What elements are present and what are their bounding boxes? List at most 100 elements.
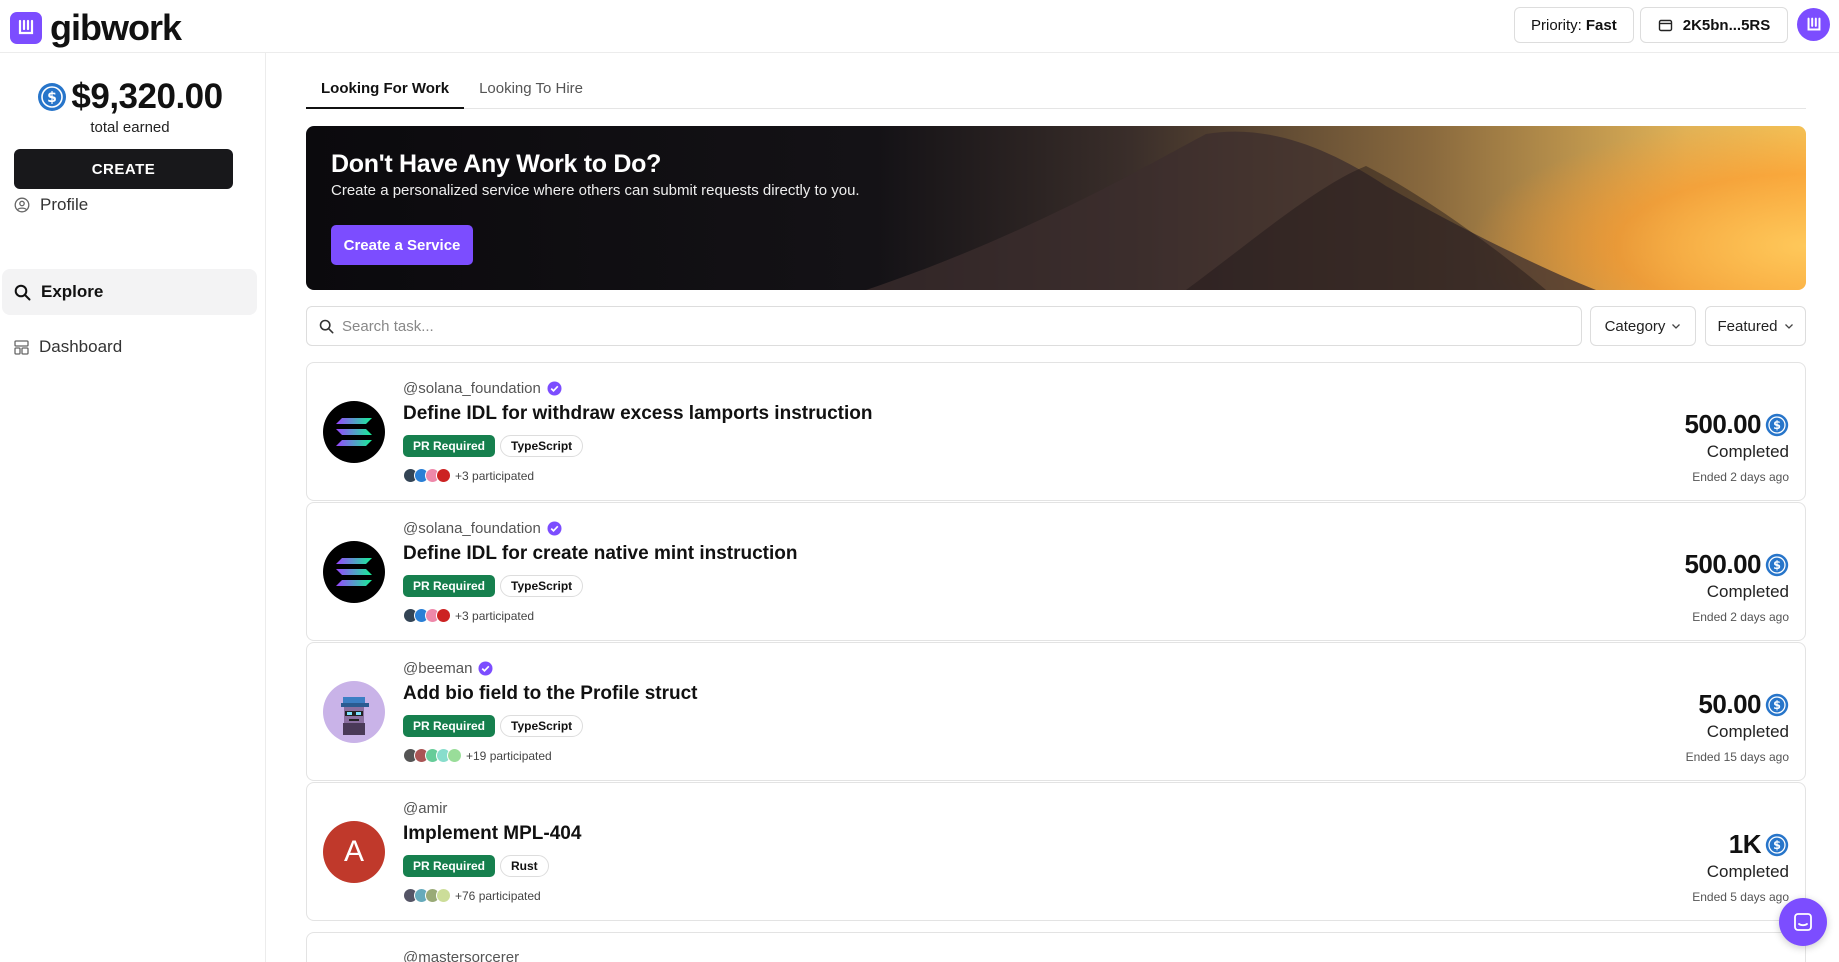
task-status: Completed xyxy=(1706,442,1789,461)
reward-amount: 1K xyxy=(1728,829,1762,859)
banner-subtitle: Create a personalized service where othe… xyxy=(331,182,860,199)
search-bar[interactable] xyxy=(306,306,1582,346)
chevron-down-icon xyxy=(1672,324,1681,329)
participants: +76 participated xyxy=(403,888,541,903)
logo[interactable]: gibwork xyxy=(10,7,182,48)
priority-value: Fast xyxy=(1585,16,1617,34)
chat-button[interactable] xyxy=(1779,898,1827,946)
solana-logo-icon xyxy=(323,401,385,463)
search-icon xyxy=(14,284,31,300)
chevron-down-icon xyxy=(1784,324,1793,329)
sidebar: $ $9,320.00 total earned CREATE Profile … xyxy=(0,53,266,962)
reward-amount: 500.00 xyxy=(1684,549,1761,579)
task-author-handle: @solana_foundation xyxy=(403,520,541,537)
task-card[interactable]: @solana_foundation Define IDL for create… xyxy=(306,502,1806,641)
category-dropdown[interactable]: Category xyxy=(1590,306,1696,346)
task-author[interactable]: @beeman xyxy=(403,660,493,677)
create-service-button[interactable]: Create a Service xyxy=(331,225,473,265)
svg-text:$: $ xyxy=(1773,839,1781,852)
pr-required-badge: PR Required xyxy=(403,435,496,457)
solana-logo-icon xyxy=(323,541,385,603)
sort-label: Featured xyxy=(1717,317,1778,335)
earned-label: total earned xyxy=(90,119,170,136)
sidebar-item-label: Profile xyxy=(40,195,89,214)
letter-avatar: A xyxy=(323,821,385,883)
participants-count: +3 participated xyxy=(455,608,535,623)
banner-title: Don't Have Any Work to Do? xyxy=(331,150,662,178)
top-bar: gibwork Priority: Fast 2K5bn...5RS xyxy=(0,0,1839,53)
promo-banner: Don't Have Any Work to Do? Create a pers… xyxy=(306,126,1806,290)
user-circle-icon xyxy=(14,197,30,213)
task-title[interactable]: Define IDL for withdraw excess lamports … xyxy=(403,403,872,425)
sidebar-item-label: Dashboard xyxy=(39,337,123,356)
user-avatar[interactable] xyxy=(1797,8,1830,41)
task-author-handle: @amir xyxy=(403,800,448,817)
participants-count: +76 participated xyxy=(455,888,541,903)
task-status: Completed xyxy=(1706,582,1789,601)
search-input[interactable] xyxy=(342,317,1542,335)
usdc-coin-icon: $ xyxy=(1765,693,1789,716)
svg-text:$: $ xyxy=(1773,419,1781,432)
verified-badge-icon xyxy=(547,381,562,396)
task-author[interactable]: @amir xyxy=(403,800,447,817)
task-author-handle: @solana_foundation xyxy=(403,380,541,397)
tab-looking-to-hire[interactable]: Looking To Hire xyxy=(464,72,598,109)
usdc-coin-icon: $ xyxy=(38,83,67,111)
work-tabs: Looking For Work Looking To Hire xyxy=(306,72,1806,109)
task-status: Completed xyxy=(1706,722,1789,741)
task-title[interactable]: Define IDL for create native mint instru… xyxy=(403,543,798,565)
svg-text:$: $ xyxy=(1773,559,1781,572)
reward-amount: 50.00 xyxy=(1698,689,1761,719)
logo-text: gibwork xyxy=(50,7,182,48)
wallet-address: 2K5bn...5RS xyxy=(1682,16,1771,34)
language-tag: TypeScript xyxy=(500,715,584,737)
participants: +19 participated xyxy=(403,748,552,763)
chat-icon xyxy=(1794,913,1812,931)
category-label: Category xyxy=(1604,317,1666,335)
participant-avatar xyxy=(436,468,451,483)
participants-count: +3 participated xyxy=(455,468,535,483)
task-card[interactable]: @solana_foundation Define IDL for withdr… xyxy=(306,362,1806,501)
sidebar-item-dashboard[interactable]: Dashboard xyxy=(2,324,257,370)
dashboard-icon xyxy=(14,339,29,355)
task-ended-time: Ended 2 days ago xyxy=(1692,610,1789,624)
wallet-button[interactable]: 2K5bn...5RS xyxy=(1640,7,1788,43)
wallet-icon xyxy=(1658,19,1672,31)
priority-button[interactable]: Priority: Fast xyxy=(1514,7,1634,43)
usdc-coin-icon: $ xyxy=(1765,413,1789,436)
language-tag: TypeScript xyxy=(500,435,584,457)
task-author[interactable]: @solana_foundation xyxy=(403,380,562,397)
verified-badge-icon xyxy=(478,661,493,676)
sidebar-item-profile[interactable]: Profile xyxy=(2,182,257,228)
task-ended-time: Ended 5 days ago xyxy=(1692,890,1789,904)
sidebar-item-explore[interactable]: Explore xyxy=(2,269,257,315)
task-status: Completed xyxy=(1706,862,1789,881)
avatar-letter: A xyxy=(343,835,364,868)
verified-badge-icon xyxy=(547,521,562,536)
participant-avatar xyxy=(436,888,451,903)
tab-looking-for-work[interactable]: Looking For Work xyxy=(306,72,465,109)
search-icon xyxy=(319,319,334,333)
earnings-summary: $ $9,320.00 total earned xyxy=(28,77,232,136)
task-title[interactable]: Add bio field to the Profile struct xyxy=(403,683,698,705)
task-card[interactable]: A @amir Implement MPL-404 PR Required Ru… xyxy=(306,782,1806,921)
pixel-avatar-icon xyxy=(323,681,385,743)
sort-dropdown[interactable]: Featured xyxy=(1705,306,1806,346)
task-title[interactable]: Implement MPL-404 xyxy=(403,823,581,845)
participant-avatar xyxy=(447,748,462,763)
task-author[interactable]: @mastersorcerer xyxy=(403,949,519,962)
participant-avatar xyxy=(436,608,451,623)
logo-icon xyxy=(10,12,42,44)
svg-text:$: $ xyxy=(1773,699,1781,712)
task-ended-time: Ended 15 days ago xyxy=(1685,750,1789,764)
task-card[interactable]: @mastersorcerer xyxy=(306,932,1806,962)
task-card[interactable]: @beeman Add bio field to the Profile str… xyxy=(306,642,1806,781)
priority-label: Priority: xyxy=(1531,16,1582,34)
pr-required-badge: PR Required xyxy=(403,715,496,737)
pr-required-badge: PR Required xyxy=(403,575,496,597)
task-author[interactable]: @solana_foundation xyxy=(403,520,562,537)
participants-count: +19 participated xyxy=(466,748,552,763)
language-tag: TypeScript xyxy=(500,575,584,597)
language-tag: Rust xyxy=(500,855,549,877)
participants: +3 participated xyxy=(403,468,534,483)
